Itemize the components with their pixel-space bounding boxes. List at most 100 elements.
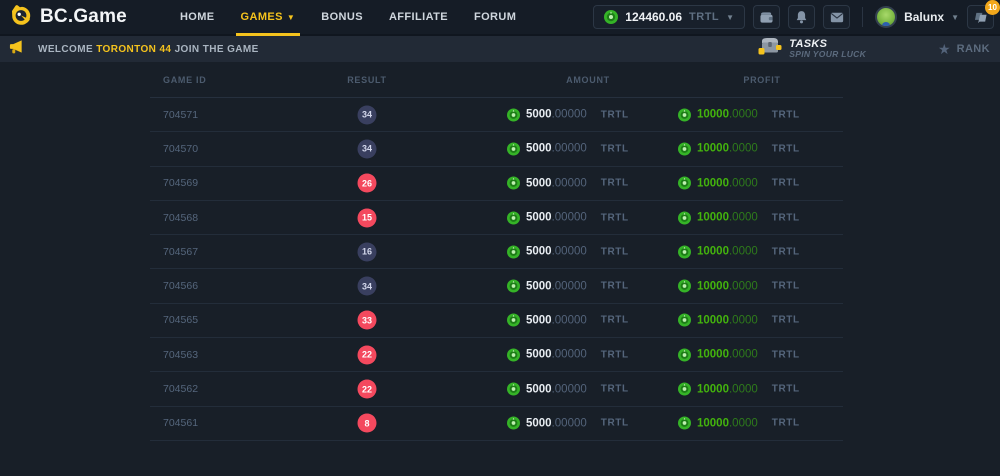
profit-cell: 10000.0000 TRTL <box>678 211 800 224</box>
result-badge: 8 <box>358 414 377 433</box>
main-nav: HOME GAMES ▼ BONUS AFFILIATE FORUM <box>167 0 529 34</box>
coin-icon <box>678 314 691 327</box>
coin-icon <box>507 383 520 396</box>
table-row[interactable]: 704568 15 5000.00000 TRTL <box>150 201 843 235</box>
result-badge: 33 <box>358 311 377 330</box>
nav-item-label: AFFILIATE <box>389 11 448 23</box>
nav-item-forum[interactable]: FORUM <box>461 0 529 34</box>
currency-label: TRTL <box>601 384 629 395</box>
currency-label: TRTL <box>601 178 629 189</box>
nav-item-home[interactable]: HOME <box>167 0 228 34</box>
profit-cell: 10000.0000 TRTL <box>678 177 800 190</box>
chat-button[interactable]: 10 <box>967 5 994 29</box>
logo[interactable]: BC.Game <box>8 0 127 34</box>
topbar-right: 124460.06 TRTL ▼ Balun <box>593 0 1000 34</box>
coin-icon <box>678 211 691 224</box>
wallet-button[interactable] <box>753 5 780 29</box>
table-row[interactable]: 704565 33 5000.00000 TRTL <box>150 304 843 338</box>
chevron-down-icon: ▼ <box>287 13 295 22</box>
currency-label: TRTL <box>772 143 800 154</box>
profit-cell: 10000.0000 TRTL <box>678 280 800 293</box>
profit-cell: 10000.0000 TRTL <box>678 245 800 258</box>
amount-cell: 5000.00000 TRTL <box>507 314 629 327</box>
coin-icon <box>507 142 520 155</box>
game-id: 704568 <box>163 212 198 224</box>
amount-cell: 5000.00000 TRTL <box>507 108 629 121</box>
table-header: GAME ID RESULT AMOUNT PROFIT <box>150 62 843 98</box>
divider <box>862 7 863 27</box>
currency-label: TRTL <box>601 109 629 120</box>
table-body: 704571 34 5000.00000 TRTL <box>150 98 843 441</box>
coin-icon <box>678 417 691 430</box>
coin-icon <box>678 245 691 258</box>
balance-selector[interactable]: 124460.06 TRTL ▼ <box>593 5 745 29</box>
notifications-button[interactable] <box>788 5 815 29</box>
tasks-widget[interactable]: TASKS SPIN YOUR LUCK <box>755 36 866 63</box>
megaphone-icon <box>8 39 25 59</box>
nav-item-label: HOME <box>180 11 215 23</box>
nav-item-affiliate[interactable]: AFFILIATE <box>376 0 461 34</box>
profit-cell: 10000.0000 TRTL <box>678 108 800 121</box>
currency-label: TRTL <box>601 212 629 223</box>
treasure-chest-icon <box>755 36 782 63</box>
currency-label: TRTL <box>772 418 800 429</box>
amount-cell: 5000.00000 TRTL <box>507 280 629 293</box>
table-row[interactable]: 704569 26 5000.00000 TRTL <box>150 167 843 201</box>
balance-value: 124460.06 <box>625 10 682 24</box>
nav-item-games[interactable]: GAMES ▼ <box>228 0 309 34</box>
profit-cell: 10000.0000 TRTL <box>678 142 800 155</box>
coin-icon <box>507 417 520 430</box>
nav-item-label: BONUS <box>321 11 363 23</box>
coin-icon <box>678 383 691 396</box>
currency-label: TRTL <box>601 143 629 154</box>
coin-icon <box>678 142 691 155</box>
profit-cell: 10000.0000 TRTL <box>678 348 800 361</box>
currency-label: TRTL <box>772 349 800 360</box>
table-row[interactable]: 704571 34 5000.00000 TRTL <box>150 98 843 132</box>
bets-table: GAME ID RESULT AMOUNT PROFIT 704571 34 5… <box>150 62 843 441</box>
amount-cell: 5000.00000 TRTL <box>507 383 629 396</box>
table-row[interactable]: 704570 34 5000.00000 TRTL <box>150 132 843 166</box>
game-id: 704566 <box>163 280 198 292</box>
coin-icon <box>507 211 520 224</box>
rank-widget[interactable]: ★ RANK <box>938 42 990 56</box>
chat-badge: 10 <box>985 0 1000 15</box>
chevron-down-icon: ▼ <box>726 13 734 22</box>
result-badge: 15 <box>358 208 377 227</box>
currency-label: TRTL <box>772 315 800 326</box>
currency-label: TRTL <box>772 281 800 292</box>
profit-cell: 10000.0000 TRTL <box>678 417 800 430</box>
table-row[interactable]: 704563 22 5000.00000 TRTL <box>150 338 843 372</box>
column-header-result: RESULT <box>347 75 387 85</box>
coin-icon <box>507 314 520 327</box>
wallet-icon <box>759 11 774 24</box>
logo-text: BC.Game <box>40 6 127 28</box>
messages-button[interactable] <box>823 5 850 29</box>
table-row[interactable]: 704562 22 5000.00000 TRTL <box>150 372 843 406</box>
avatar <box>875 6 897 28</box>
currency-label: TRTL <box>772 178 800 189</box>
column-header-game-id: GAME ID <box>163 75 206 85</box>
nav-item-label: GAMES <box>241 11 283 23</box>
coin-icon <box>678 348 691 361</box>
currency-label: TRTL <box>601 315 629 326</box>
coin-icon <box>507 177 520 190</box>
coin-icon <box>604 10 618 24</box>
table-row[interactable]: 704566 34 5000.00000 TRTL <box>150 269 843 303</box>
amount-cell: 5000.00000 TRTL <box>507 348 629 361</box>
welcome-message: WELCOME TORONTON 44 JOIN THE GAME <box>38 44 259 55</box>
column-header-profit: PROFIT <box>743 75 780 85</box>
currency-label: TRTL <box>772 109 800 120</box>
coin-icon <box>507 348 520 361</box>
star-icon: ★ <box>938 42 951 56</box>
coin-icon <box>507 245 520 258</box>
amount-cell: 5000.00000 TRTL <box>507 245 629 258</box>
profit-cell: 10000.0000 TRTL <box>678 383 800 396</box>
result-badge: 34 <box>358 139 377 158</box>
table-row[interactable]: 704567 16 5000.00000 TRTL <box>150 235 843 269</box>
nav-item-bonus[interactable]: BONUS <box>308 0 376 34</box>
amount-cell: 5000.00000 TRTL <box>507 211 629 224</box>
chat-icon <box>974 11 988 24</box>
table-row[interactable]: 704561 8 5000.00000 TRTL <box>150 407 843 441</box>
user-menu[interactable]: Balunx ▼ <box>875 6 959 28</box>
